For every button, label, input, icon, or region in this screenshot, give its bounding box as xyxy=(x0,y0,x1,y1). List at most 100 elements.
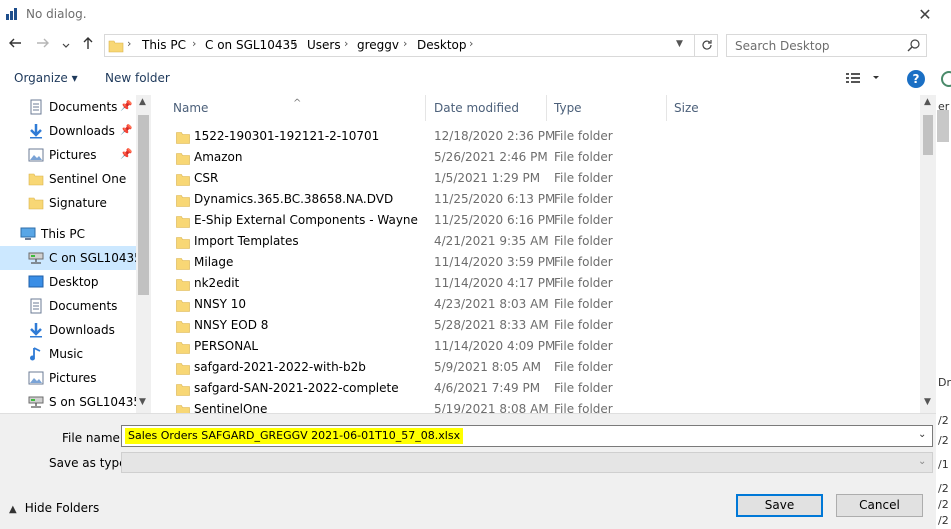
breadcrumb-separator-icon: › xyxy=(403,37,408,50)
save-as-type-label: Save as type: xyxy=(49,456,131,470)
close-icon[interactable]: ✕ xyxy=(912,4,938,26)
cancel-button[interactable]: Cancel xyxy=(836,494,923,517)
sidebar-item-downloads[interactable]: Downloads 📌 xyxy=(0,119,136,143)
view-options-icon[interactable] xyxy=(845,70,885,89)
sidebar-item-label: Downloads xyxy=(49,124,115,138)
sidebar-item-documents-pc[interactable]: Documents xyxy=(0,294,136,318)
file-row[interactable]: NNSY 10 4/23/2021 8:03 AM File folder xyxy=(168,294,618,315)
scroll-up-icon[interactable]: ▲ xyxy=(139,97,146,107)
column-header-size[interactable]: Size xyxy=(667,95,787,121)
file-type: File folder xyxy=(554,213,613,227)
pictures-icon xyxy=(28,148,44,162)
file-row[interactable]: Milage 11/14/2020 3:59 PM File folder xyxy=(168,252,618,273)
help-icon[interactable]: ? xyxy=(907,70,925,88)
chevron-down-icon[interactable]: ⌄ xyxy=(918,429,926,440)
file-row[interactable]: SentinelOne 5/19/2021 8:08 AM File folder xyxy=(168,399,618,413)
file-row[interactable]: NNSY EOD 8 5/28/2021 8:33 AM File folder xyxy=(168,315,618,336)
file-name-input[interactable]: Sales Orders SAFGARD_GREGGV 2021-06-01T1… xyxy=(121,425,933,447)
chevron-down-icon[interactable]: ⌄ xyxy=(918,456,926,467)
column-header-label: Date modified xyxy=(434,101,520,115)
file-row[interactable]: Dynamics.365.BC.38658.NA.DVD 11/25/2020 6… xyxy=(168,189,618,210)
address-bar[interactable]: › This PC › C on SGL10435 › Users › greg… xyxy=(104,34,718,57)
file-row[interactable]: E-Ship External Components - Wayne 11/25/… xyxy=(168,210,618,231)
file-date-modified: 5/26/2021 2:46 PM xyxy=(434,150,548,164)
sidebar-item-this-pc[interactable]: This PC xyxy=(0,222,136,246)
sidebar-item-documents[interactable]: Documents 📌 xyxy=(0,95,136,119)
file-row[interactable]: CSR 1/5/2021 1:29 PM File folder xyxy=(168,168,618,189)
background-text: Dr xyxy=(938,376,951,389)
sidebar-item-signature[interactable]: Signature xyxy=(0,191,136,215)
sidebar-item-label: Desktop xyxy=(49,275,99,289)
background-text: /2 xyxy=(938,414,949,427)
file-type: File folder xyxy=(554,171,613,185)
file-date-modified: 5/9/2021 8:05 AM xyxy=(434,360,542,374)
save-as-dialog: No dialog. ✕ › This PC › C on SGL10435 ›… xyxy=(0,0,936,529)
refresh-icon[interactable] xyxy=(694,35,718,56)
file-list: Name ^ Date modified Type Size 1522-1903… xyxy=(152,95,936,413)
up-arrow-icon[interactable] xyxy=(79,36,97,56)
file-type: File folder xyxy=(554,402,613,413)
sidebar-item-downloads-pc[interactable]: Downloads xyxy=(0,318,136,342)
file-name: safgard-SAN-2021-2022-complete xyxy=(194,381,399,395)
scroll-up-icon[interactable]: ▲ xyxy=(924,97,931,107)
sidebar-item-sentinel-one[interactable]: Sentinel One xyxy=(0,167,136,191)
sidebar-item-pictures-pc[interactable]: Pictures xyxy=(0,366,136,390)
file-row[interactable]: Amazon 5/26/2021 2:46 PM File folder xyxy=(168,147,618,168)
file-date-modified: 4/23/2021 8:03 AM xyxy=(434,297,549,311)
sidebar-item-s-drive[interactable]: S on SGL10435 xyxy=(0,390,141,413)
forward-arrow-icon[interactable] xyxy=(34,36,52,56)
organize-button[interactable]: Organize ▾ xyxy=(14,71,78,85)
breadcrumb-separator-icon: › xyxy=(293,37,298,50)
breadcrumb-desktop[interactable]: Desktop xyxy=(417,38,467,52)
breadcrumb-users[interactable]: Users xyxy=(307,38,341,52)
column-header-label: Name xyxy=(173,101,209,115)
navigation-scrollbar[interactable]: ▲ ▼ xyxy=(136,95,151,413)
desktop-icon xyxy=(28,275,44,288)
file-date-modified: 11/14/2020 4:09 PM xyxy=(434,339,556,353)
file-name: E-Ship External Components - Wayne xyxy=(194,213,418,227)
breadcrumb-greggv[interactable]: greggv xyxy=(357,38,399,52)
chevron-up-icon: ▲ xyxy=(9,504,17,515)
column-header-type[interactable]: Type xyxy=(547,95,667,121)
sidebar-item-label: Music xyxy=(49,347,84,361)
file-row[interactable]: PERSONAL 11/14/2020 4:09 PM File folder xyxy=(168,336,618,357)
pin-icon: 📌 xyxy=(120,101,133,112)
hide-folders-toggle[interactable]: ▲ Hide Folders xyxy=(9,501,99,515)
file-row[interactable]: Import Templates 4/21/2021 9:35 AM File fo… xyxy=(168,231,618,252)
breadcrumb-c-drive[interactable]: C on SGL10435 xyxy=(205,38,298,52)
back-arrow-icon[interactable] xyxy=(6,36,24,56)
scroll-down-icon[interactable]: ▼ xyxy=(139,397,146,407)
background-text: /2 xyxy=(938,498,949,511)
address-dropdown-icon[interactable]: ▼ xyxy=(676,39,683,49)
navigation-pane: Documents 📌 Downloads 📌 Pictures 📌 Senti… xyxy=(0,95,152,413)
column-header-date-modified[interactable]: Date modified xyxy=(426,95,547,121)
title-bar: No dialog. ✕ xyxy=(0,0,936,30)
search-icon[interactable] xyxy=(907,38,921,52)
column-header-label: Type xyxy=(554,101,582,115)
sidebar-item-desktop[interactable]: Desktop xyxy=(0,270,136,294)
file-row[interactable]: safgard-SAN-2021-2022-complete 4/6/2021 7… xyxy=(168,378,618,399)
file-row[interactable]: 1522-190301-192121-2-10701 12/18/2020 2:3… xyxy=(168,126,618,147)
file-type: File folder xyxy=(554,276,613,290)
chevron-down-icon[interactable] xyxy=(59,36,73,56)
scroll-down-icon[interactable]: ▼ xyxy=(924,397,931,407)
sidebar-item-c-drive[interactable]: C on SGL10435 xyxy=(0,246,142,270)
file-row[interactable]: nk2edit 11/14/2020 4:17 PM File folder xyxy=(168,273,618,294)
pictures-icon xyxy=(28,371,44,385)
file-row[interactable]: safgard-2021-2022-with-b2b 5/9/2021 8:05 … xyxy=(168,357,618,378)
column-header-name[interactable]: Name ^ xyxy=(152,95,426,121)
file-name: nk2edit xyxy=(194,276,240,290)
file-name: Amazon xyxy=(194,150,243,164)
breadcrumb-separator-icon: › xyxy=(127,37,132,50)
sidebar-item-pictures[interactable]: Pictures 📌 xyxy=(0,143,136,167)
background-scroll-thumb xyxy=(937,110,949,142)
scrollbar-thumb[interactable] xyxy=(923,115,933,155)
scrollbar-thumb[interactable] xyxy=(138,115,149,295)
breadcrumb-this-pc[interactable]: This PC xyxy=(142,38,186,52)
file-list-scrollbar[interactable]: ▲ ▼ xyxy=(920,95,936,413)
save-button[interactable]: Save xyxy=(736,494,823,517)
sidebar-item-music[interactable]: Music xyxy=(0,342,136,366)
new-folder-button[interactable]: New folder xyxy=(105,71,170,85)
search-input[interactable]: Search Desktop xyxy=(726,34,927,57)
save-as-type-select[interactable]: ⌄ xyxy=(121,452,933,473)
